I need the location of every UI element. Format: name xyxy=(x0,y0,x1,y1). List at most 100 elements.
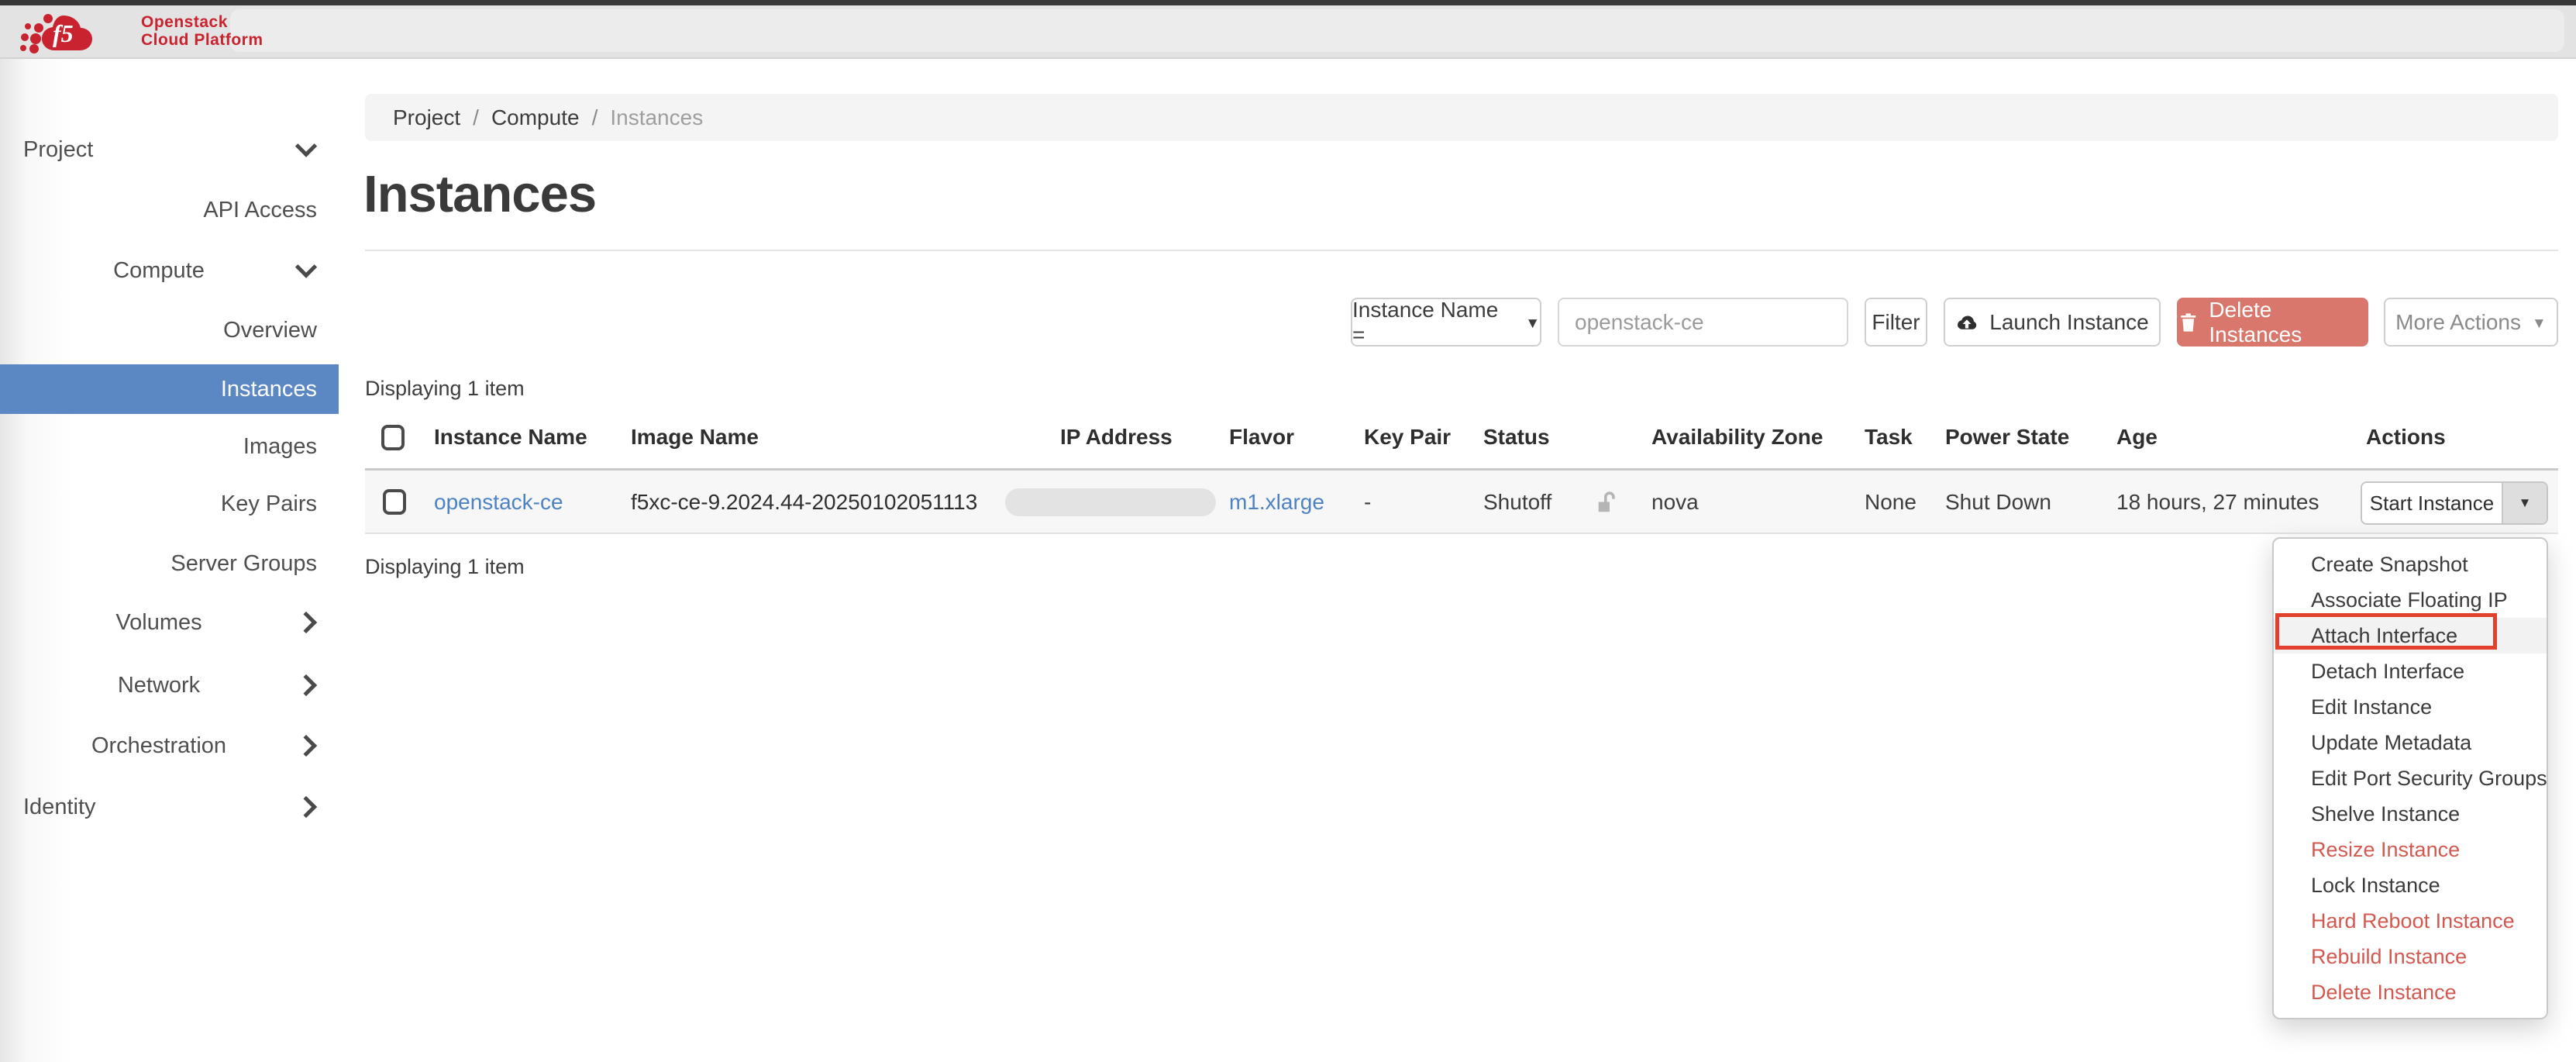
start-instance-button[interactable]: Start Instance xyxy=(2362,483,2502,523)
sidebar-item-orchestration[interactable]: Orchestration xyxy=(0,721,318,771)
breadcrumb: Project Compute Instances xyxy=(365,94,2558,141)
f5-cloud-logo-icon: f5 xyxy=(17,8,133,54)
ip-address-redacted xyxy=(1005,488,1216,516)
menu-item-detach-interface[interactable]: Detach Interface xyxy=(2274,653,2547,689)
menu-item-delete-instance[interactable]: Delete Instance xyxy=(2274,974,2547,1010)
brand-line2: Cloud Platform xyxy=(141,31,263,49)
sidebar-item-label: Key Pairs xyxy=(221,491,317,516)
sidebar-item-identity[interactable]: Identity xyxy=(0,782,339,832)
horizon-dashboard: f5 Openstack Cloud Platform Project API … xyxy=(0,0,2576,1062)
column-header-ip-address[interactable]: IP Address xyxy=(1060,425,1173,450)
sidebar-item-label: Images xyxy=(243,434,317,459)
chevron-down-icon xyxy=(295,256,317,278)
breadcrumb-instances: Instances xyxy=(610,105,703,130)
brand-line1: Openstack xyxy=(141,13,263,31)
select-all-checkbox[interactable] xyxy=(381,425,405,450)
delete-instances-label: Delete Instances xyxy=(2209,298,2367,347)
sidebar-item-instances[interactable]: Instances xyxy=(0,364,339,414)
cloud-upload-icon xyxy=(1955,311,1978,334)
sidebar-item-project[interactable]: Project xyxy=(0,125,339,174)
column-header-task[interactable]: Task xyxy=(1865,425,1913,450)
delete-instances-button[interactable]: Delete Instances xyxy=(2177,298,2368,347)
sidebar-item-volumes[interactable]: Volumes xyxy=(0,598,318,647)
filter-button-label: Filter xyxy=(1872,310,1920,335)
filter-value-input[interactable] xyxy=(1558,298,1848,347)
sidebar-item-api-access[interactable]: API Access xyxy=(0,185,339,235)
caret-down-icon xyxy=(1525,316,1540,331)
instance-name-link[interactable]: openstack-ce xyxy=(434,471,563,534)
breadcrumb-compute[interactable]: Compute xyxy=(491,105,580,130)
column-header-key-pair[interactable]: Key Pair xyxy=(1364,425,1451,450)
menu-item-resize-instance[interactable]: Resize Instance xyxy=(2274,832,2547,867)
trash-icon xyxy=(2178,312,2198,333)
sidebar-item-server-groups[interactable]: Server Groups xyxy=(0,539,339,588)
sidebar-item-label: Volumes xyxy=(115,610,201,635)
brand-text: Openstack Cloud Platform xyxy=(141,13,263,49)
sidebar-item-label: Instances xyxy=(221,377,317,402)
sidebar-item-compute[interactable]: Compute xyxy=(0,246,318,295)
instance-action-split-button: Start Instance xyxy=(2361,481,2548,525)
column-header-status[interactable]: Status xyxy=(1483,425,1550,450)
table-row: openstack-ce f5xc-ce-9.2024.44-202501020… xyxy=(365,471,2558,534)
sidebar-item-label: Network xyxy=(118,673,200,698)
status-cell: Shutoff xyxy=(1483,471,1551,534)
sidebar-item-label: Compute xyxy=(113,258,205,283)
unlock-icon xyxy=(1591,489,1619,517)
column-header-power-state[interactable]: Power State xyxy=(1945,425,2069,450)
breadcrumb-project[interactable]: Project xyxy=(393,105,460,130)
svg-text:f5: f5 xyxy=(53,19,74,47)
launch-instance-label: Launch Instance xyxy=(1989,310,2149,335)
breadcrumb-separator xyxy=(580,105,611,130)
caret-down-icon xyxy=(2532,316,2547,331)
menu-item-lock-instance[interactable]: Lock Instance xyxy=(2274,867,2547,903)
menu-item-associate-floating-ip[interactable]: Associate Floating IP xyxy=(2274,582,2547,618)
item-count-top: Displaying 1 item xyxy=(365,377,525,401)
column-header-image-name[interactable]: Image Name xyxy=(631,425,759,450)
menu-item-shelve-instance[interactable]: Shelve Instance xyxy=(2274,796,2547,832)
sidebar-item-label: Orchestration xyxy=(91,733,226,758)
more-actions-label: More Actions xyxy=(2395,310,2521,335)
menu-item-edit-port-security-groups[interactable]: Edit Port Security Groups xyxy=(2274,760,2547,796)
availability-zone-cell: nova xyxy=(1651,471,1699,534)
chevron-right-icon xyxy=(295,796,317,818)
menu-item-rebuild-instance[interactable]: Rebuild Instance xyxy=(2274,939,2547,974)
menu-item-create-snapshot[interactable]: Create Snapshot xyxy=(2274,547,2547,582)
breadcrumb-separator xyxy=(460,105,491,130)
column-header-availability-zone[interactable]: Availability Zone xyxy=(1651,425,1823,450)
row-checkbox[interactable] xyxy=(383,489,406,515)
sidebar-item-label: API Access xyxy=(203,198,317,222)
sidebar-item-network[interactable]: Network xyxy=(0,660,318,710)
instance-actions-menu: Create Snapshot Associate Floating IP At… xyxy=(2272,537,2548,1019)
column-header-instance-name[interactable]: Instance Name xyxy=(434,425,587,450)
chevron-right-icon xyxy=(295,735,317,757)
item-count-bottom: Displaying 1 item xyxy=(365,555,525,579)
sidebar-item-label: Identity xyxy=(23,795,96,819)
brand-logo[interactable]: f5 Openstack Cloud Platform xyxy=(17,7,263,55)
actions-dropdown-toggle[interactable] xyxy=(2502,483,2547,523)
column-header-age[interactable]: Age xyxy=(2116,425,2158,450)
launch-instance-button[interactable]: Launch Instance xyxy=(1944,298,2161,347)
page-title: Instances xyxy=(363,164,596,224)
sidebar-item-images[interactable]: Images xyxy=(0,422,339,471)
sidebar: Project API Access Compute Overview Inst… xyxy=(0,59,339,1062)
menu-item-edit-instance[interactable]: Edit Instance xyxy=(2274,689,2547,725)
chevron-down-icon xyxy=(295,135,317,157)
menu-item-attach-interface[interactable]: Attach Interface xyxy=(2274,618,2547,653)
top-bar-panel xyxy=(230,9,2564,52)
sidebar-item-label: Overview xyxy=(223,318,317,343)
sidebar-item-key-pairs[interactable]: Key Pairs xyxy=(0,479,339,529)
sidebar-item-label: Server Groups xyxy=(170,551,317,576)
filter-field-label: Instance Name = xyxy=(1352,298,1514,347)
menu-item-hard-reboot-instance[interactable]: Hard Reboot Instance xyxy=(2274,903,2547,939)
key-pair-cell: - xyxy=(1364,471,1371,534)
chevron-right-icon xyxy=(295,674,317,696)
sidebar-item-overview[interactable]: Overview xyxy=(0,305,339,355)
more-actions-button[interactable]: More Actions xyxy=(2384,298,2558,347)
filter-button[interactable]: Filter xyxy=(1865,298,1927,347)
flavor-link[interactable]: m1.xlarge xyxy=(1229,471,1324,534)
column-header-actions: Actions xyxy=(2366,425,2446,450)
title-divider xyxy=(365,250,2558,251)
menu-item-update-metadata[interactable]: Update Metadata xyxy=(2274,725,2547,760)
filter-field-dropdown[interactable]: Instance Name = xyxy=(1351,298,1541,347)
column-header-flavor[interactable]: Flavor xyxy=(1229,425,1294,450)
